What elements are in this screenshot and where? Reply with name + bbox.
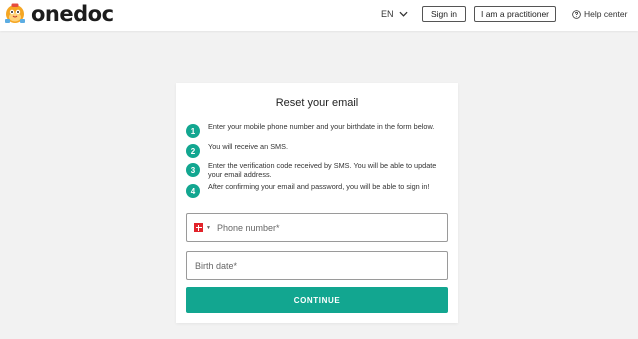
step-text: Enter the verification code received by … — [208, 161, 437, 179]
birth-date-field[interactable]: Birth date* — [186, 251, 448, 280]
step-item: 3 Enter the verification code received b… — [186, 161, 448, 179]
swiss-flag-icon[interactable] — [194, 223, 203, 232]
phone-number-field[interactable]: ▼ Phone number* — [186, 213, 448, 242]
help-center-label: Help center — [584, 9, 628, 19]
step-item: 2 You will receive an SMS. — [186, 142, 448, 158]
step-number-badge: 3 — [186, 163, 200, 177]
phone-number-placeholder: Phone number* — [216, 222, 280, 233]
help-center-link[interactable]: Help center — [572, 9, 627, 19]
step-number-badge: 2 — [186, 144, 200, 158]
step-item: 4 After confirming your email and passwo… — [186, 182, 448, 198]
step-item: 1 Enter your mobile phone number and you… — [186, 122, 448, 138]
birth-date-placeholder: Birth date* — [195, 260, 238, 271]
step-text: After confirming your email and password… — [208, 182, 430, 191]
practitioner-button[interactable]: I am a practitioner — [474, 6, 556, 22]
page-title: Reset your email — [275, 97, 359, 109]
chevron-down-icon — [398, 11, 408, 17]
country-dropdown-caret-icon[interactable]: ▼ — [206, 225, 211, 231]
step-text: You will receive an SMS. — [208, 142, 289, 151]
mascot-logo-icon — [5, 3, 25, 23]
reset-email-card: Reset your email 1 Enter your mobile pho… — [176, 83, 458, 323]
top-navigation-bar: onedoc EN Sign in I am a practitioner He… — [0, 0, 638, 31]
step-text: Enter your mobile phone number and your … — [208, 122, 435, 131]
step-number-badge: 1 — [186, 124, 200, 138]
onedoc-logo[interactable]: onedoc — [3, 2, 114, 26]
language-label: EN — [381, 9, 394, 19]
sign-in-button[interactable]: Sign in — [422, 6, 466, 22]
help-circle-icon — [572, 9, 581, 19]
language-selector[interactable]: EN — [381, 9, 408, 19]
logo-wordmark: onedoc — [31, 2, 114, 26]
step-number-badge: 4 — [186, 184, 200, 198]
continue-button[interactable]: CONTINUE — [186, 287, 448, 313]
